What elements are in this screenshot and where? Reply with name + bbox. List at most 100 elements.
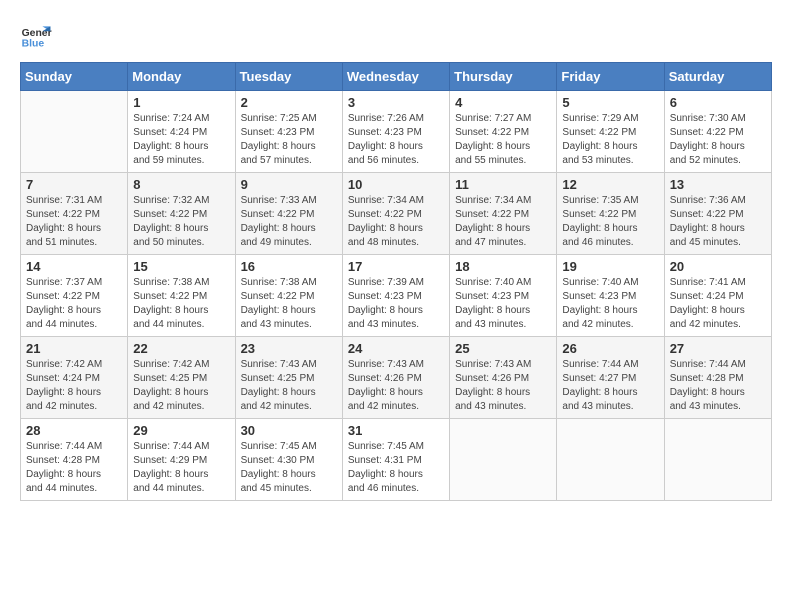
calendar-day-cell: 24Sunrise: 7:43 AM Sunset: 4:26 PM Dayli…	[342, 337, 449, 419]
calendar-day-cell: 16 Sunrise: 7:38 AM Sunset: 4:22 PM Dayli…	[235, 255, 342, 337]
logo-icon: General Blue	[20, 20, 52, 52]
day-number: 3	[348, 95, 444, 110]
day-info: Sunrise: 7:32 AM Sunset: 4:22 PM Dayligh…	[133, 194, 229, 250]
calendar-day-cell: 14 Sunrise: 7:37 AM Sunset: 4:22 PM Dayli…	[21, 255, 128, 337]
calendar-day-cell	[21, 91, 128, 173]
day-number: 26	[562, 341, 658, 356]
day-number: 2	[241, 95, 337, 110]
calendar-day-cell: 26 Sunrise: 7:44 AM Sunset: 4:27 PM Dayli…	[557, 337, 664, 419]
calendar-day-cell: 17 Sunrise: 7:39 AM Sunset: 4:23 PM Dayli…	[342, 255, 449, 337]
day-info: Sunrise: 7:39 AM Sunset: 4:23 PM Dayligh…	[348, 276, 444, 332]
day-number: 16	[241, 259, 337, 274]
calendar-week-row: 7Sunrise: 7:31 AM Sunset: 4:22 PM Daylig…	[21, 173, 772, 255]
day-info: Sunrise: 7:34 AM Sunset: 4:22 PM Dayligh…	[348, 194, 444, 250]
calendar-day-cell: 13 Sunrise: 7:36 AM Sunset: 4:22 PM Dayli…	[664, 173, 771, 255]
calendar-day-cell: 11 Sunrise: 7:34 AM Sunset: 4:22 PM Dayli…	[450, 173, 557, 255]
calendar-day-cell: 5Sunrise: 7:29 AM Sunset: 4:22 PM Daylig…	[557, 91, 664, 173]
day-of-week-header: SundayMondayTuesdayWednesdayThursdayFrid…	[21, 63, 772, 91]
day-info: Sunrise: 7:45 AM Sunset: 4:30 PM Dayligh…	[241, 440, 337, 496]
dow-header-cell: Saturday	[664, 63, 771, 91]
calendar-week-row: 14 Sunrise: 7:37 AM Sunset: 4:22 PM Dayli…	[21, 255, 772, 337]
day-info: Sunrise: 7:45 AM Sunset: 4:31 PM Dayligh…	[348, 440, 444, 496]
dow-header-cell: Friday	[557, 63, 664, 91]
dow-header-cell: Thursday	[450, 63, 557, 91]
day-number: 19	[562, 259, 658, 274]
calendar-day-cell: 27 Sunrise: 7:44 AM Sunset: 4:28 PM Dayli…	[664, 337, 771, 419]
day-number: 15	[133, 259, 229, 274]
day-info: Sunrise: 7:34 AM Sunset: 4:22 PM Dayligh…	[455, 194, 551, 250]
day-info: Sunrise: 7:43 AM Sunset: 4:26 PM Dayligh…	[455, 358, 551, 414]
day-number: 23	[241, 341, 337, 356]
calendar-day-cell: 31Sunrise: 7:45 AM Sunset: 4:31 PM Dayli…	[342, 419, 449, 501]
day-number: 17	[348, 259, 444, 274]
day-number: 27	[670, 341, 766, 356]
calendar-day-cell: 6 Sunrise: 7:30 AM Sunset: 4:22 PM Daylig…	[664, 91, 771, 173]
day-number: 14	[26, 259, 122, 274]
calendar-day-cell: 7Sunrise: 7:31 AM Sunset: 4:22 PM Daylig…	[21, 173, 128, 255]
dow-header-cell: Monday	[128, 63, 235, 91]
day-info: Sunrise: 7:25 AM Sunset: 4:23 PM Dayligh…	[241, 112, 337, 168]
dow-header-cell: Sunday	[21, 63, 128, 91]
day-number: 24	[348, 341, 444, 356]
day-info: Sunrise: 7:36 AM Sunset: 4:22 PM Dayligh…	[670, 194, 766, 250]
day-number: 4	[455, 95, 551, 110]
calendar-day-cell: 21 Sunrise: 7:42 AM Sunset: 4:24 PM Dayli…	[21, 337, 128, 419]
day-info: Sunrise: 7:38 AM Sunset: 4:22 PM Dayligh…	[241, 276, 337, 332]
day-info: Sunrise: 7:42 AM Sunset: 4:24 PM Dayligh…	[26, 358, 122, 414]
day-number: 6	[670, 95, 766, 110]
logo: General Blue	[20, 20, 58, 52]
calendar-day-cell: 4 Sunrise: 7:27 AM Sunset: 4:22 PM Daylig…	[450, 91, 557, 173]
day-info: Sunrise: 7:27 AM Sunset: 4:22 PM Dayligh…	[455, 112, 551, 168]
day-info: Sunrise: 7:38 AM Sunset: 4:22 PM Dayligh…	[133, 276, 229, 332]
day-info: Sunrise: 7:40 AM Sunset: 4:23 PM Dayligh…	[455, 276, 551, 332]
dow-header-cell: Wednesday	[342, 63, 449, 91]
day-info: Sunrise: 7:44 AM Sunset: 4:28 PM Dayligh…	[26, 440, 122, 496]
calendar-day-cell: 2 Sunrise: 7:25 AM Sunset: 4:23 PM Daylig…	[235, 91, 342, 173]
day-info: Sunrise: 7:43 AM Sunset: 4:25 PM Dayligh…	[241, 358, 337, 414]
calendar-day-cell: 15 Sunrise: 7:38 AM Sunset: 4:22 PM Dayli…	[128, 255, 235, 337]
day-number: 25	[455, 341, 551, 356]
calendar-day-cell: 9 Sunrise: 7:33 AM Sunset: 4:22 PM Daylig…	[235, 173, 342, 255]
calendar-day-cell: 22 Sunrise: 7:42 AM Sunset: 4:25 PM Dayli…	[128, 337, 235, 419]
calendar-day-cell: 12Sunrise: 7:35 AM Sunset: 4:22 PM Dayli…	[557, 173, 664, 255]
day-info: Sunrise: 7:37 AM Sunset: 4:22 PM Dayligh…	[26, 276, 122, 332]
day-info: Sunrise: 7:44 AM Sunset: 4:27 PM Dayligh…	[562, 358, 658, 414]
day-number: 10	[348, 177, 444, 192]
day-number: 28	[26, 423, 122, 438]
day-number: 11	[455, 177, 551, 192]
calendar-body: 1 Sunrise: 7:24 AM Sunset: 4:24 PM Daylig…	[21, 91, 772, 501]
day-info: Sunrise: 7:29 AM Sunset: 4:22 PM Dayligh…	[562, 112, 658, 168]
svg-text:Blue: Blue	[22, 38, 45, 49]
calendar-day-cell: 8 Sunrise: 7:32 AM Sunset: 4:22 PM Daylig…	[128, 173, 235, 255]
day-number: 30	[241, 423, 337, 438]
day-info: Sunrise: 7:31 AM Sunset: 4:22 PM Dayligh…	[26, 194, 122, 250]
calendar-week-row: 28 Sunrise: 7:44 AM Sunset: 4:28 PM Dayli…	[21, 419, 772, 501]
day-number: 29	[133, 423, 229, 438]
day-number: 21	[26, 341, 122, 356]
day-number: 1	[133, 95, 229, 110]
calendar-day-cell: 20 Sunrise: 7:41 AM Sunset: 4:24 PM Dayli…	[664, 255, 771, 337]
calendar-day-cell: 18 Sunrise: 7:40 AM Sunset: 4:23 PM Dayli…	[450, 255, 557, 337]
day-number: 22	[133, 341, 229, 356]
calendar-day-cell	[557, 419, 664, 501]
calendar-week-row: 1 Sunrise: 7:24 AM Sunset: 4:24 PM Daylig…	[21, 91, 772, 173]
day-info: Sunrise: 7:44 AM Sunset: 4:28 PM Dayligh…	[670, 358, 766, 414]
calendar-day-cell: 23 Sunrise: 7:43 AM Sunset: 4:25 PM Dayli…	[235, 337, 342, 419]
day-info: Sunrise: 7:30 AM Sunset: 4:22 PM Dayligh…	[670, 112, 766, 168]
day-number: 13	[670, 177, 766, 192]
calendar-week-row: 21 Sunrise: 7:42 AM Sunset: 4:24 PM Dayli…	[21, 337, 772, 419]
day-info: Sunrise: 7:42 AM Sunset: 4:25 PM Dayligh…	[133, 358, 229, 414]
day-info: Sunrise: 7:41 AM Sunset: 4:24 PM Dayligh…	[670, 276, 766, 332]
calendar-day-cell	[450, 419, 557, 501]
calendar-day-cell: 10 Sunrise: 7:34 AM Sunset: 4:22 PM Dayli…	[342, 173, 449, 255]
day-number: 9	[241, 177, 337, 192]
header: General Blue	[20, 20, 772, 52]
dow-header-cell: Tuesday	[235, 63, 342, 91]
day-number: 18	[455, 259, 551, 274]
day-number: 12	[562, 177, 658, 192]
day-info: Sunrise: 7:24 AM Sunset: 4:24 PM Dayligh…	[133, 112, 229, 168]
day-number: 20	[670, 259, 766, 274]
calendar-day-cell: 30 Sunrise: 7:45 AM Sunset: 4:30 PM Dayli…	[235, 419, 342, 501]
day-number: 8	[133, 177, 229, 192]
day-info: Sunrise: 7:33 AM Sunset: 4:22 PM Dayligh…	[241, 194, 337, 250]
